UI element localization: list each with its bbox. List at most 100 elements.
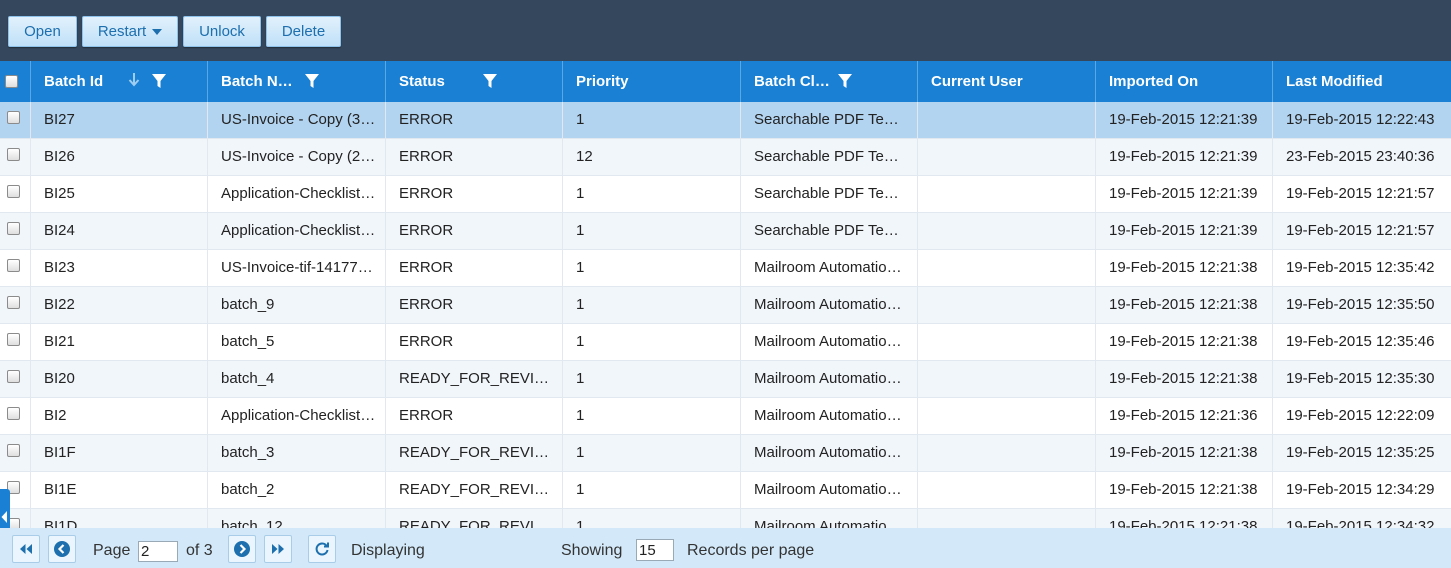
row-checkbox[interactable] (7, 259, 20, 272)
table-row[interactable]: BI25 Application-Checklist… ERROR 1 Searchab… (0, 176, 1451, 213)
priority-cell: 1 (563, 398, 741, 435)
table-row[interactable]: BI23 US-Invoice-tif-14177… ERROR 1 Mailroom … (0, 250, 1451, 287)
status-cell: ERROR (386, 287, 563, 324)
table-row[interactable]: BI22 batch_9 ERROR 1 Mailroom Automation… 19-… (0, 287, 1451, 324)
page-number-input[interactable] (138, 541, 178, 562)
priority-cell: 1 (563, 509, 741, 528)
current-user-cell (918, 361, 1096, 398)
row-select-cell (0, 287, 31, 324)
row-checkbox[interactable] (7, 111, 20, 124)
records-per-page-input[interactable] (636, 539, 674, 561)
priority-cell: 1 (563, 324, 741, 361)
row-select-cell (0, 176, 31, 213)
batch-id-cell: BI27 (31, 102, 208, 139)
batch-id-cell: BI22 (31, 287, 208, 324)
select-all-checkbox[interactable] (5, 75, 18, 88)
batch-id-cell: BI26 (31, 139, 208, 176)
current-user-cell (918, 324, 1096, 361)
batch-class-cell: Searchable PDF Te… (741, 176, 918, 213)
table-row[interactable]: BI24 Application-Checklist… ERROR 1 Searchab… (0, 213, 1451, 250)
column-header-batch-name[interactable]: Batch N… (208, 61, 386, 102)
table-row[interactable]: BI20 batch_4 READY_FOR_REVI… 1 Mailroom Auto… (0, 361, 1451, 398)
imported-on-cell: 19-Feb-2015 12:21:39 (1096, 139, 1273, 176)
delete-button[interactable]: Delete (266, 16, 341, 47)
filter-funnel-icon[interactable] (482, 73, 498, 89)
refresh-button[interactable] (308, 535, 336, 563)
batch-class-cell: Mailroom Automation… (741, 472, 918, 509)
refresh-icon (315, 542, 329, 556)
row-checkbox[interactable] (7, 222, 20, 235)
last-modified-cell: 23-Feb-2015 23:40:36 (1286, 148, 1435, 165)
row-checkbox[interactable] (7, 148, 20, 161)
imported-on-cell: 19-Feb-2015 12:21:39 (1096, 213, 1273, 250)
delete-button-label: Delete (281, 23, 326, 40)
priority-cell: 12 (563, 139, 741, 176)
sort-down-arrow-icon[interactable] (128, 72, 140, 88)
priority-cell: 1 (563, 250, 741, 287)
status-cell: ERROR (386, 102, 563, 139)
imported-on-cell: 19-Feb-2015 12:21:38 (1096, 435, 1273, 472)
batch-id-cell: BI24 (31, 213, 208, 250)
last-modified-cell: 19-Feb-2015 12:22:09 (1286, 407, 1435, 424)
batch-class-cell: Mailroom Automation… (741, 398, 918, 435)
unlock-button[interactable]: Unlock (183, 16, 261, 47)
open-button[interactable]: Open (8, 16, 77, 47)
caret-down-icon (152, 29, 163, 36)
open-button-label: Open (24, 23, 61, 40)
last-modified-cell: 19-Feb-2015 12:35:42 (1286, 259, 1435, 276)
column-header-label: Priority (576, 73, 629, 90)
status-cell: ERROR (386, 176, 563, 213)
batch-id-cell: BI1E (31, 472, 208, 509)
table-row[interactable]: BI21 batch_5 ERROR 1 Mailroom Automation… 19-… (0, 324, 1451, 361)
column-header-label: Batch Cl… (754, 73, 830, 90)
batch-id-cell: BI1D (31, 509, 208, 528)
last-modified-cell: 19-Feb-2015 12:35:30 (1286, 370, 1435, 387)
row-checkbox[interactable] (7, 444, 20, 457)
next-page-button[interactable] (228, 535, 256, 563)
imported-on-cell: 19-Feb-2015 12:21:38 (1096, 509, 1273, 528)
row-select-cell (0, 398, 31, 435)
row-checkbox[interactable] (7, 185, 20, 198)
batch-class-cell: Mailroom Automation… (741, 324, 918, 361)
previous-page-button[interactable] (48, 535, 76, 563)
row-checkbox[interactable] (7, 407, 20, 420)
batch-id-cell: BI20 (31, 361, 208, 398)
row-checkbox[interactable] (7, 333, 20, 346)
column-header-imported-on[interactable]: Imported On (1096, 61, 1273, 102)
filter-funnel-icon[interactable] (151, 73, 167, 89)
table-row[interactable]: BI1E batch_2 READY_FOR_REVI… 1 Mailroom Auto… (0, 472, 1451, 509)
current-user-cell (918, 139, 1096, 176)
column-header-batch-class[interactable]: Batch Cl… (741, 61, 918, 102)
status-cell: READY_FOR_REVI… (386, 472, 563, 509)
grid-body: BI27 US-Invoice - Copy (3… ERROR 1 Searchabl… (0, 102, 1451, 528)
row-select-cell (0, 213, 31, 250)
batch-class-cell: Mailroom Automation… (741, 361, 918, 398)
row-select-cell (0, 361, 31, 398)
column-header-status[interactable]: Status (386, 61, 563, 102)
table-row[interactable]: BI2 Application-Checklist… ERROR 1 Mailroom … (0, 398, 1451, 435)
batch-id-cell: BI1F (31, 435, 208, 472)
priority-cell: 1 (563, 361, 741, 398)
last-page-button[interactable] (264, 535, 292, 563)
current-user-cell (918, 435, 1096, 472)
table-row[interactable]: BI1D batch_12 READY_FOR_REVI… 1 Mailroom Aut… (0, 509, 1451, 528)
batch-name-cell: Application-Checklist… (208, 398, 386, 435)
table-row[interactable]: BI26 US-Invoice - Copy (2… ERROR 12 Searchab… (0, 139, 1451, 176)
table-row[interactable]: BI27 US-Invoice - Copy (3… ERROR 1 Searchabl… (0, 102, 1451, 139)
column-header-current-user[interactable]: Current User (918, 61, 1096, 102)
column-header-label: Current User (931, 73, 1023, 90)
filter-funnel-icon[interactable] (837, 73, 853, 89)
first-page-button[interactable] (12, 535, 40, 563)
imported-on-cell: 19-Feb-2015 12:21:39 (1096, 176, 1273, 213)
status-cell: ERROR (386, 250, 563, 287)
row-select-cell (0, 102, 31, 139)
table-row[interactable]: BI1F batch_3 READY_FOR_REVI… 1 Mailroom Auto… (0, 435, 1451, 472)
column-header-priority[interactable]: Priority (563, 61, 741, 102)
row-checkbox[interactable] (7, 370, 20, 383)
row-checkbox[interactable] (7, 296, 20, 309)
current-user-cell (918, 287, 1096, 324)
restart-button[interactable]: Restart (82, 16, 178, 47)
filter-funnel-icon[interactable] (304, 73, 320, 89)
column-header-last-modified[interactable]: Last Modified (1273, 61, 1451, 102)
column-header-batch-id[interactable]: Batch Id (31, 61, 208, 102)
